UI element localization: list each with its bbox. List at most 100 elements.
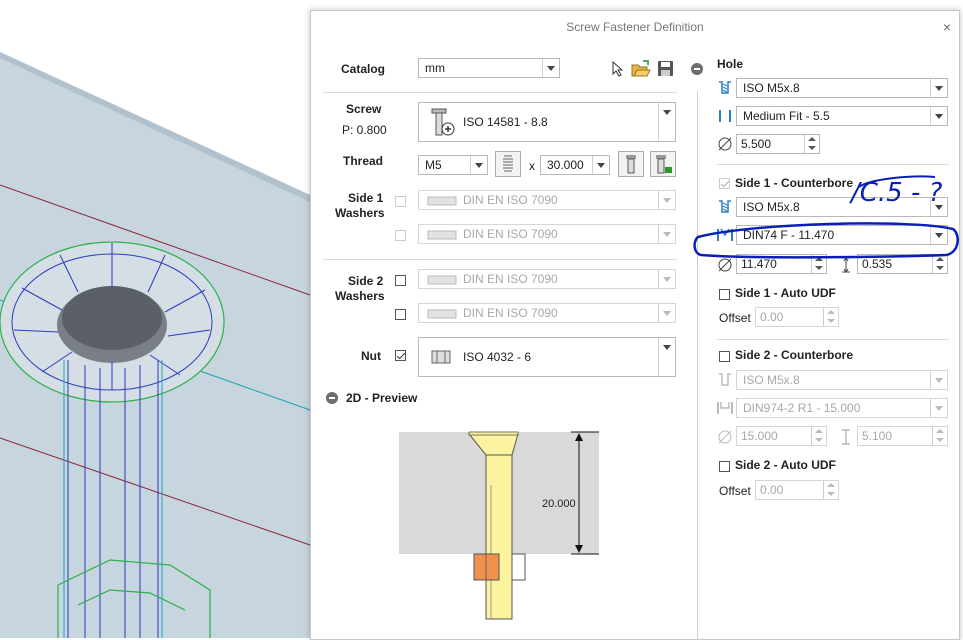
chevron-down-icon [930,107,947,125]
catalog-value: mm [425,61,445,75]
washer-icon [427,196,457,206]
side2-counterbore-depth-input[interactable]: 5.100 [857,426,948,446]
tapped-hole-icon [719,81,731,94]
spinner-icon[interactable] [823,308,838,326]
hole-collapse-button[interactable] [691,63,703,75]
hole-fit-value: Medium Fit - 5.5 [743,109,830,123]
side1-washer1-value: DIN EN ISO 7090 [463,193,558,207]
chevron-down-icon [930,399,947,417]
counterbore-icon [717,402,733,414]
screw-select[interactable]: ISO 14581 - 8.8 [418,102,676,142]
diameter-icon [718,137,732,151]
spinner-icon[interactable] [932,427,947,445]
dialog-title: Screw Fastener Definition [566,20,704,34]
chevron-down-icon [930,371,947,389]
catalog-select[interactable]: mm [418,58,560,78]
tapped-hole-icon [719,373,731,386]
nut-select[interactable]: ISO 4032 - 6 [418,337,676,377]
side1-offset-input[interactable]: 0.00 [755,307,839,327]
chevron-down-icon [592,156,609,174]
side2-counterbore-diameter-input[interactable]: 15.000 [736,426,827,446]
select-cursor-icon[interactable] [609,60,625,78]
nut-value: ISO 4032 - 6 [463,350,532,364]
side2-washers-label-1: Side 2 [348,274,384,288]
chevron-down-icon [542,59,559,77]
preview-label: 2D - Preview [346,391,418,405]
spinner-icon[interactable] [811,427,826,445]
preview-drawing: 20.000 [399,431,599,620]
close-button[interactable]: × [943,11,951,43]
handwritten-annotation: /C.5 - ? [693,175,959,259]
side2-counterbore-standard-select[interactable]: ISO M5x.8 [736,370,948,390]
thread-label: Thread [343,154,384,168]
screw-length-icon[interactable] [618,151,644,177]
diameter-icon [718,430,732,444]
side2-washer1-select[interactable]: DIN EN ISO 7090 [418,269,676,289]
side1-washers-label-1: Side 1 [348,191,384,205]
side2-washers-label-2: Washers [335,289,385,303]
screw-label: Screw [346,102,382,116]
side1-washer2-value: DIN EN ISO 7090 [463,227,558,241]
side1-washer2-select[interactable]: DIN EN ISO 7090 [418,224,676,244]
side1-washer1-select[interactable]: DIN EN ISO 7090 [418,190,676,210]
side2-washer1-value: DIN EN ISO 7090 [463,272,558,286]
side2-counterbore-label: Side 2 - Counterbore [735,348,854,362]
save-icon[interactable] [657,60,675,78]
chevron-down-icon [658,338,675,376]
preview-collapse-button[interactable] [326,392,338,404]
thread-size-value: M5 [425,158,442,172]
clearance-hole-icon [719,110,731,122]
side2-washer2-checkbox[interactable] [395,309,406,320]
spinner-icon[interactable] [823,481,838,499]
side2-washer1-checkbox[interactable] [395,275,406,286]
side2-counterbore-type-select[interactable]: DIN974-2 R1 - 15.000 [736,398,948,418]
nut-label: Nut [361,349,381,363]
annotation-text: /C.5 - ? [849,178,943,208]
screw-value: ISO 14581 - 8.8 [463,115,548,129]
side1-auto-udf-label: Side 1 - Auto UDF [735,286,836,300]
washer-icon [427,230,457,240]
side2-counterbore-standard-value: ISO M5x.8 [743,373,800,387]
auto-select-icon[interactable] [650,151,676,177]
hole-diameter-value: 5.500 [741,137,772,151]
screw-fastener-dialog: Screw Fastener Definition × Catalog mm S… [310,10,960,640]
washer-icon [427,309,457,319]
hole-fit-select[interactable]: Medium Fit - 5.5 [736,106,948,126]
hole-standard-select[interactable]: ISO M5x.8 [736,78,948,98]
side1-washer2-checkbox[interactable] [395,230,406,241]
hole-diameter-input[interactable]: 5.500 [736,134,820,154]
side1-offset-label: Offset [719,311,751,325]
chevron-down-icon [930,79,947,97]
chevron-down-icon [658,191,675,209]
chevron-down-icon [658,225,675,243]
hole-standard-value: ISO M5x.8 [743,81,800,95]
thread-times-label: x [529,159,535,173]
side2-auto-udf-label: Side 2 - Auto UDF [735,458,836,472]
spinner-icon[interactable] [804,135,819,153]
thread-length-select[interactable]: 30.000 [540,155,610,175]
side1-offset-value: 0.00 [760,310,784,324]
chevron-down-icon [658,270,675,288]
open-folder-icon[interactable] [631,60,651,78]
side2-counterbore-type-value: DIN974-2 R1 - 15.000 [743,401,861,415]
side1-washers-label-2: Washers [335,206,385,220]
nut-checkbox[interactable] [395,350,406,361]
preview-dimension: 20.000 [542,498,576,510]
screw-icon [431,108,455,136]
thread-size-select[interactable]: M5 [418,155,488,175]
side2-counterbore-checkbox[interactable] [719,351,730,362]
depth-icon [842,429,850,445]
side2-auto-udf-checkbox[interactable] [719,461,730,472]
side2-offset-label: Offset [719,484,751,498]
side2-counterbore-depth-value: 5.100 [862,429,893,443]
screw-pitch: P: 0.800 [342,123,387,137]
side1-washer1-checkbox[interactable] [395,196,406,207]
side2-washer2-select[interactable]: DIN EN ISO 7090 [418,303,676,323]
thread-options-icon[interactable] [495,151,521,177]
side2-offset-input[interactable]: 0.00 [755,480,839,500]
washer-icon [427,275,457,285]
chevron-down-icon [470,156,487,174]
hole-label: Hole [717,57,744,71]
side1-auto-udf-checkbox[interactable] [719,289,730,300]
side2-offset-value: 0.00 [760,483,784,497]
